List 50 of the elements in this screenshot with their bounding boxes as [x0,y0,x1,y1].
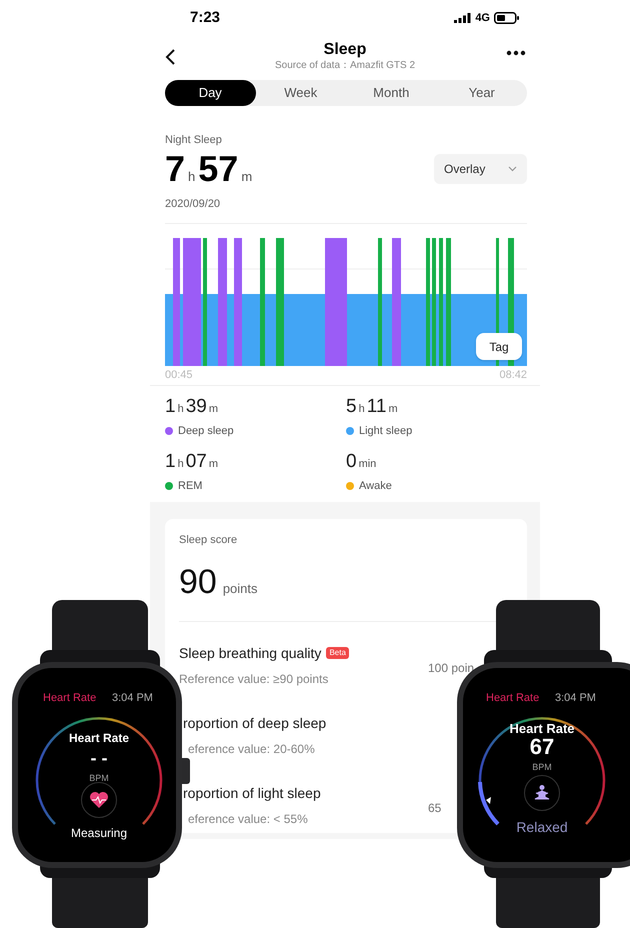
period-tab[interactable]: Year [436,80,527,106]
view-dropdown[interactable]: Overlay [434,154,527,184]
stage-label: Awake [359,478,392,494]
stage-duration: 1 h 07 m [165,451,220,473]
watch-time: 3:04 PM [112,691,153,706]
card-title: Sleep score [179,533,238,548]
chevron-down-icon [508,166,517,172]
clock-time: 7:23 [190,8,220,28]
axis-label: 08:42 [499,368,527,384]
more-icon[interactable] [506,50,526,56]
watch-title: Heart Rate [68,730,130,747]
reference-value: eference value: < 55% [187,811,309,827]
watch-status: Relaxed [515,818,569,837]
sleep-date: 2020/09/20 [165,197,222,212]
metric-name: roportion of light sleep [183,784,321,803]
sleep-duration: 7 h 57 m [165,149,254,189]
meditation-icon [524,775,560,811]
watch-app-name: Heart Rate [43,691,96,706]
bpm-unit: BPM [88,772,110,785]
watch-status: Measuring [70,825,128,842]
reference-value: eference value: 20-60% [187,741,316,757]
sleep-score: 90 points [179,562,259,602]
stage-duration: 1 h 39 m [165,396,220,418]
metric-value: 100 poin [428,661,474,675]
heart-rate-reading: - - [90,748,108,768]
metric-name: roportion of deep sleep [183,714,326,733]
stage-duration: 0 min [346,451,378,473]
data-source-label: Source of data：Amazfit GTS 2 [274,58,416,72]
period-tab[interactable]: Day [165,80,256,106]
page-title: Sleep [324,40,366,58]
watch-app-name: Heart Rate [486,691,540,706]
back-icon[interactable] [164,48,176,66]
watch-time: 3:04 PM [555,691,596,706]
battery-icon [494,12,520,24]
stage-label: Deep sleep [178,424,234,439]
period-tab[interactable]: Week [256,80,346,106]
stage-label: REM [178,478,202,494]
stage-duration: 5 h 11 m [346,396,399,418]
section-label: Night Sleep [165,133,223,148]
stage-label: Light sleep [359,424,412,439]
metric-value: 65 [428,801,442,815]
beta-badge: Beta [326,647,349,659]
network-label: 4G [475,10,490,26]
bpm-unit: BPM [531,761,553,774]
reference-value: Reference value: ≥90 points [179,671,330,687]
period-tab[interactable]: Month [346,80,436,106]
tag-button[interactable]: Tag [476,333,522,360]
metric-name: Sleep breathing quality [179,644,322,663]
axis-label: 00:45 [165,368,193,384]
signal-icon [454,13,472,23]
